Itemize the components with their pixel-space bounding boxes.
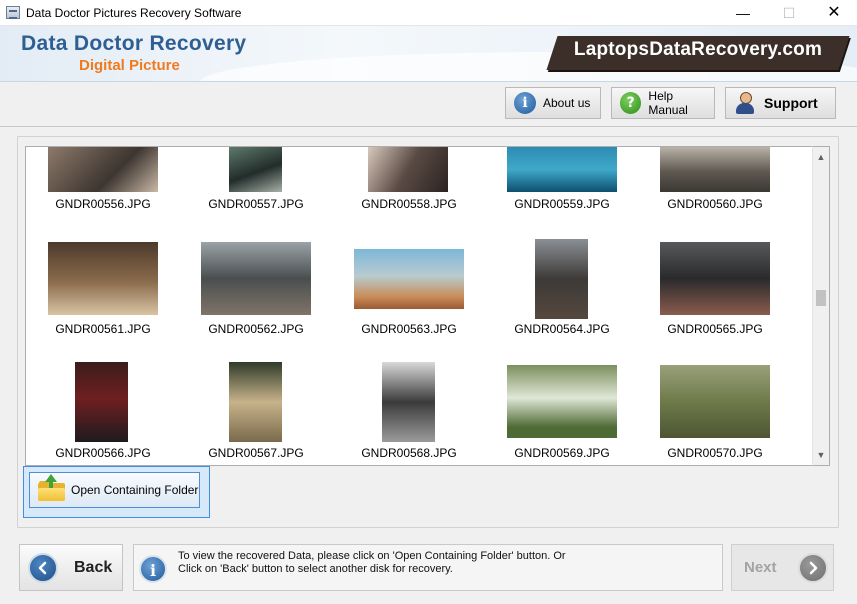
- scroll-down-arrow-icon[interactable]: ▼: [813, 447, 829, 463]
- thumbnail-filename: GNDR00565.JPG: [667, 322, 763, 336]
- thumbnail-filename: GNDR00569.JPG: [514, 446, 610, 460]
- support-person-icon: [736, 92, 754, 114]
- instruction-line-1: To view the recovered Data, please click…: [178, 550, 566, 562]
- thumbnail-item[interactable]: GNDR00563.JPG: [344, 242, 474, 354]
- thumbnail-filename: GNDR00562.JPG: [208, 322, 304, 336]
- back-arrow-icon: [28, 552, 58, 583]
- thumbnail-item[interactable]: GNDR00568.JPG: [344, 362, 474, 465]
- minimize-button[interactable]: —: [720, 0, 766, 26]
- header-divider: [0, 126, 857, 127]
- scroll-up-arrow-icon[interactable]: ▲: [813, 149, 829, 165]
- info-icon: i: [139, 555, 167, 583]
- close-button[interactable]: ✕: [811, 0, 857, 26]
- photo-thumbnail[interactable]: [660, 365, 770, 438]
- instruction-box: i To view the recovered Data, please cli…: [133, 544, 723, 591]
- maximize-button[interactable]: ☐: [766, 0, 812, 26]
- photo-thumbnail[interactable]: [382, 362, 435, 442]
- photo-thumbnail[interactable]: [75, 362, 128, 442]
- thumbnail-filename: GNDR00560.JPG: [667, 197, 763, 211]
- app-icon: [6, 6, 20, 19]
- photo-thumbnail[interactable]: [48, 147, 158, 192]
- photo-thumbnail[interactable]: [535, 239, 588, 319]
- photo-thumbnail[interactable]: [354, 249, 464, 309]
- question-icon: ?: [620, 92, 642, 114]
- photo-thumbnail[interactable]: [229, 147, 282, 192]
- folder-icon: [38, 474, 65, 501]
- thumbnail-item[interactable]: GNDR00570.JPG: [650, 362, 780, 465]
- brand-subtitle: Digital Picture: [79, 57, 180, 74]
- next-arrow-icon: [798, 552, 828, 583]
- about-us-button[interactable]: i About us: [505, 87, 601, 119]
- thumbnail-filename: GNDR00566.JPG: [55, 446, 151, 460]
- thumbnail-item[interactable]: GNDR00556.JPG: [38, 147, 168, 255]
- back-label: Back: [74, 558, 113, 576]
- thumbnail-item[interactable]: GNDR00564.JPG: [497, 239, 627, 354]
- help-manual-button[interactable]: ? Help Manual: [611, 87, 715, 119]
- thumbnail-item[interactable]: GNDR00567.JPG: [191, 362, 321, 465]
- photo-thumbnail[interactable]: [507, 365, 617, 438]
- thumbnail-filename: GNDR00559.JPG: [514, 197, 610, 211]
- photo-thumbnail[interactable]: [201, 242, 311, 315]
- thumbnail-item[interactable]: GNDR00558.JPG: [344, 147, 474, 255]
- thumbnail-item[interactable]: GNDR00562.JPG: [191, 242, 321, 354]
- thumbnail-gallery[interactable]: GNDR00556.JPG GNDR00557.JPG GNDR00558.JP…: [25, 146, 812, 466]
- thumbnail-item[interactable]: GNDR00557.JPG: [191, 147, 321, 255]
- photo-thumbnail[interactable]: [507, 147, 617, 192]
- help-manual-label: Help Manual: [648, 89, 688, 117]
- site-logo-text: LaptopsDataRecovery.com: [573, 39, 823, 60]
- thumbnail-filename: GNDR00567.JPG: [208, 446, 304, 460]
- gallery-scrollbar[interactable]: ▲ ▼: [812, 146, 830, 466]
- photo-thumbnail[interactable]: [229, 362, 282, 442]
- next-button[interactable]: Next: [731, 544, 834, 591]
- open-containing-folder-label: Open Containing Folder: [71, 483, 199, 497]
- thumbnail-filename: GNDR00561.JPG: [55, 322, 151, 336]
- thumbnail-filename: GNDR00556.JPG: [55, 197, 151, 211]
- thumbnail-filename: GNDR00563.JPG: [361, 322, 457, 336]
- thumbnail-filename: GNDR00568.JPG: [361, 446, 457, 460]
- instruction-line-2: Click on 'Back' button to select another…: [178, 563, 453, 575]
- photo-thumbnail[interactable]: [660, 242, 770, 315]
- support-label: Support: [764, 95, 818, 111]
- about-us-label: About us: [543, 96, 591, 110]
- thumbnail-filename: GNDR00557.JPG: [208, 197, 304, 211]
- thumbnail-filename: GNDR00564.JPG: [514, 322, 610, 336]
- photo-thumbnail[interactable]: [660, 147, 770, 192]
- thumbnail-item[interactable]: GNDR00565.JPG: [650, 242, 780, 354]
- support-button[interactable]: Support: [725, 87, 836, 119]
- window-title: Data Doctor Pictures Recovery Software: [26, 6, 242, 20]
- photo-thumbnail[interactable]: [368, 147, 448, 192]
- open-containing-folder-button[interactable]: Open Containing Folder: [29, 472, 200, 508]
- title-bar: Data Doctor Pictures Recovery Software —…: [0, 0, 857, 26]
- back-button[interactable]: Back: [19, 544, 123, 591]
- thumbnail-item[interactable]: GNDR00560.JPG: [650, 147, 780, 255]
- thumbnail-item[interactable]: GNDR00569.JPG: [497, 362, 627, 465]
- photo-thumbnail[interactable]: [48, 242, 158, 315]
- info-icon: i: [514, 92, 536, 114]
- thumbnail-item[interactable]: GNDR00566.JPG: [38, 362, 168, 465]
- thumbnail-filename: GNDR00570.JPG: [667, 446, 763, 460]
- header-banner: Data Doctor Recovery Digital Picture Lap…: [0, 26, 857, 82]
- scroll-thumb[interactable]: [816, 290, 826, 306]
- next-label: Next: [744, 559, 777, 576]
- thumbnail-filename: GNDR00558.JPG: [361, 197, 457, 211]
- brand-title: Data Doctor Recovery: [21, 32, 247, 55]
- thumbnail-item[interactable]: GNDR00561.JPG: [38, 242, 168, 354]
